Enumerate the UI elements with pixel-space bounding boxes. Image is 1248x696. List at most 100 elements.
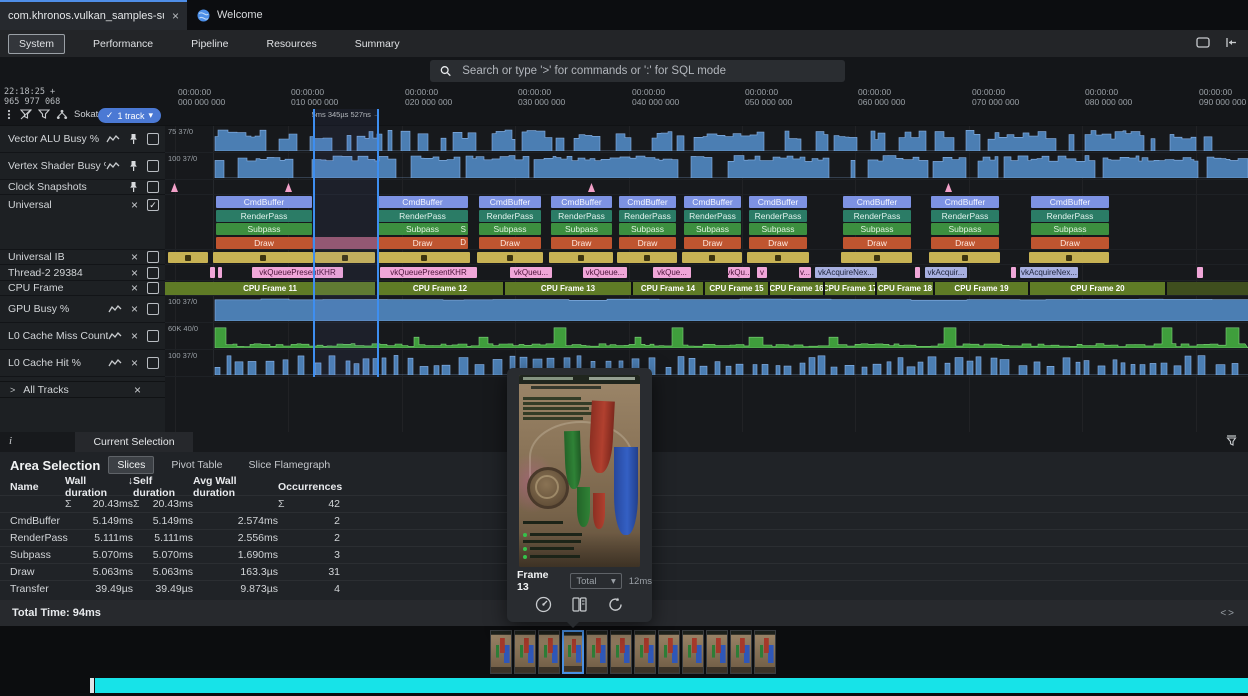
column-header-name[interactable]: Name (10, 481, 65, 493)
slice-renderpass[interactable]: RenderPass (619, 210, 676, 222)
track-close-icon[interactable]: × (131, 331, 138, 341)
ib-slice[interactable] (617, 252, 677, 263)
slice-renderpass[interactable]: RenderPass (551, 210, 612, 222)
nav-item-summary[interactable]: Summary (345, 35, 410, 53)
screenshot-icon[interactable] (1196, 36, 1210, 49)
overflow-menu-icon[interactable] (4, 109, 14, 120)
thread-slice[interactable]: vkQueue... (583, 267, 627, 278)
cpu-frame-slice[interactable]: CPU Frame 19 (935, 282, 1030, 295)
thread-slice[interactable] (210, 267, 215, 278)
slice-subpass[interactable]: Subpass (684, 223, 741, 235)
panel-filter-icon[interactable] (1225, 435, 1238, 447)
nav-item-pipeline[interactable]: Pipeline (181, 35, 238, 53)
ib-slice[interactable] (168, 252, 208, 263)
track-checkbox[interactable] (147, 282, 159, 294)
slice-cmdbuffer[interactable]: CmdBuffer (1031, 196, 1109, 208)
track-close-icon[interactable]: × (131, 200, 138, 210)
column-header-occ[interactable]: Occurrences (278, 481, 340, 493)
filmstrip-frame[interactable] (730, 630, 752, 674)
report-pages-icon[interactable] (571, 596, 588, 613)
filmstrip-frame-selected[interactable] (562, 630, 584, 674)
all-tracks-row[interactable]: > All Tracks × (0, 381, 165, 398)
sparkline-icon[interactable] (106, 134, 120, 144)
pin-icon[interactable] (129, 181, 138, 193)
slice-draw[interactable]: Draw (551, 237, 612, 249)
track-row-gpu-busy-[interactable]: GPU Busy %× (0, 296, 165, 323)
track-close-icon[interactable]: × (131, 358, 138, 368)
search-input[interactable] (460, 64, 835, 78)
scrubber-handle[interactable] (90, 678, 94, 693)
thread-slice[interactable] (218, 267, 222, 278)
time-ruler[interactable]: 5ms 345µs 527ns→ 00:00:00000 000 00000:0… (165, 85, 1248, 126)
track-row-vector-alu-busy-[interactable]: Vector ALU Busy % (0, 126, 165, 153)
replay-icon[interactable] (607, 596, 624, 613)
all-tracks-close-icon[interactable]: × (134, 385, 141, 395)
track-row-cpu-frame[interactable]: CPU Frame× (0, 281, 165, 296)
filmstrip-frame[interactable] (514, 630, 536, 674)
track-checkbox[interactable] (147, 160, 159, 172)
slice-cmdbuffer[interactable]: CmdBuffer (551, 196, 612, 208)
slice-draw[interactable]: Draw (684, 237, 741, 249)
process-tree-icon[interactable] (56, 109, 68, 120)
ib-slice[interactable] (549, 252, 613, 263)
thread-slice[interactable]: v... (799, 267, 811, 278)
slice-subpass[interactable]: Subpass (479, 223, 541, 235)
column-header-wall[interactable]: Wall duration ↓ (65, 475, 133, 499)
track-close-icon[interactable]: × (131, 268, 138, 278)
slice-renderpass[interactable]: RenderPass (931, 210, 999, 222)
track-row-l0-cache-miss-count[interactable]: L0 Cache Miss Count× (0, 323, 165, 350)
selection-line-right[interactable] (377, 109, 379, 377)
slice-subpass[interactable]: Subpass (843, 223, 911, 235)
area-selection-overlay[interactable] (313, 109, 377, 377)
track-checkbox[interactable] (147, 330, 159, 342)
sparkline-icon[interactable] (106, 161, 120, 171)
filmstrip-frame[interactable] (682, 630, 704, 674)
slice-renderpass[interactable]: RenderPass (479, 210, 541, 222)
thread-slice[interactable]: vkQue... (653, 267, 691, 278)
filmstrip-frame[interactable] (658, 630, 680, 674)
thread-slice[interactable]: vkAcquir... (925, 267, 967, 278)
slice-renderpass[interactable]: RenderPass (843, 210, 911, 222)
thread-slice[interactable]: v (757, 267, 767, 278)
slice-cmdbuffer[interactable]: CmdBuffer (931, 196, 999, 208)
nav-item-system[interactable]: System (8, 34, 65, 54)
slice-draw[interactable]: Draw (1031, 237, 1109, 249)
slice-draw[interactable]: Draw (749, 237, 807, 249)
filmstrip-frame[interactable] (706, 630, 728, 674)
clock-snapshot-marker[interactable] (945, 183, 952, 192)
filmstrip-frame[interactable] (538, 630, 560, 674)
track-close-icon[interactable]: × (131, 252, 138, 262)
cpu-frame-slice[interactable]: CPU Frame 16 (770, 282, 825, 295)
selection-line-left[interactable] (313, 109, 315, 377)
slice-subpass[interactable]: Subpass (619, 223, 676, 235)
sparkline-icon[interactable] (108, 331, 122, 341)
thread-slice[interactable] (1197, 267, 1203, 278)
view-button-slices[interactable]: Slices (108, 456, 154, 474)
slice-subpass[interactable]: Subpass (1031, 223, 1109, 235)
cpu-frame-slice[interactable]: CPU Frame 14 (633, 282, 705, 295)
slice-draw[interactable]: Draw (931, 237, 999, 249)
nav-item-performance[interactable]: Performance (83, 35, 163, 53)
track-checkbox-checked[interactable]: ✓ (147, 199, 159, 211)
slice-renderpass[interactable]: RenderPass (1031, 210, 1109, 222)
pin-icon[interactable] (129, 133, 138, 145)
track-row-l0-cache-hit-[interactable]: L0 Cache Hit %× (0, 350, 165, 377)
tab-current-selection[interactable]: Current Selection (75, 432, 193, 452)
thread-slice[interactable] (1011, 267, 1016, 278)
nav-item-resources[interactable]: Resources (257, 35, 327, 53)
ib-slice[interactable] (1029, 252, 1109, 263)
track-row-thread-2-29384[interactable]: Thread-2 29384× (0, 265, 165, 281)
slice-subpass[interactable]: SubpassS (377, 223, 468, 235)
thread-slice[interactable]: vkAcquireNex... (1020, 267, 1078, 278)
clock-snapshot-marker[interactable] (171, 183, 178, 192)
slice-cmdbuffer[interactable]: CmdBuffer (377, 196, 468, 208)
filmstrip-frame[interactable] (754, 630, 776, 674)
column-header-self[interactable]: Self duration (133, 475, 193, 499)
tab-trace[interactable]: com.khronos.vulkan_samples-subpasses × (0, 0, 187, 30)
thread-slice[interactable]: vkQueu... (510, 267, 552, 278)
track-checkbox[interactable] (147, 357, 159, 369)
slice-draw[interactable]: Draw (216, 237, 312, 249)
ib-slice[interactable] (841, 252, 912, 263)
performance-gauge-icon[interactable] (535, 596, 552, 613)
info-icon[interactable]: i (9, 435, 12, 447)
